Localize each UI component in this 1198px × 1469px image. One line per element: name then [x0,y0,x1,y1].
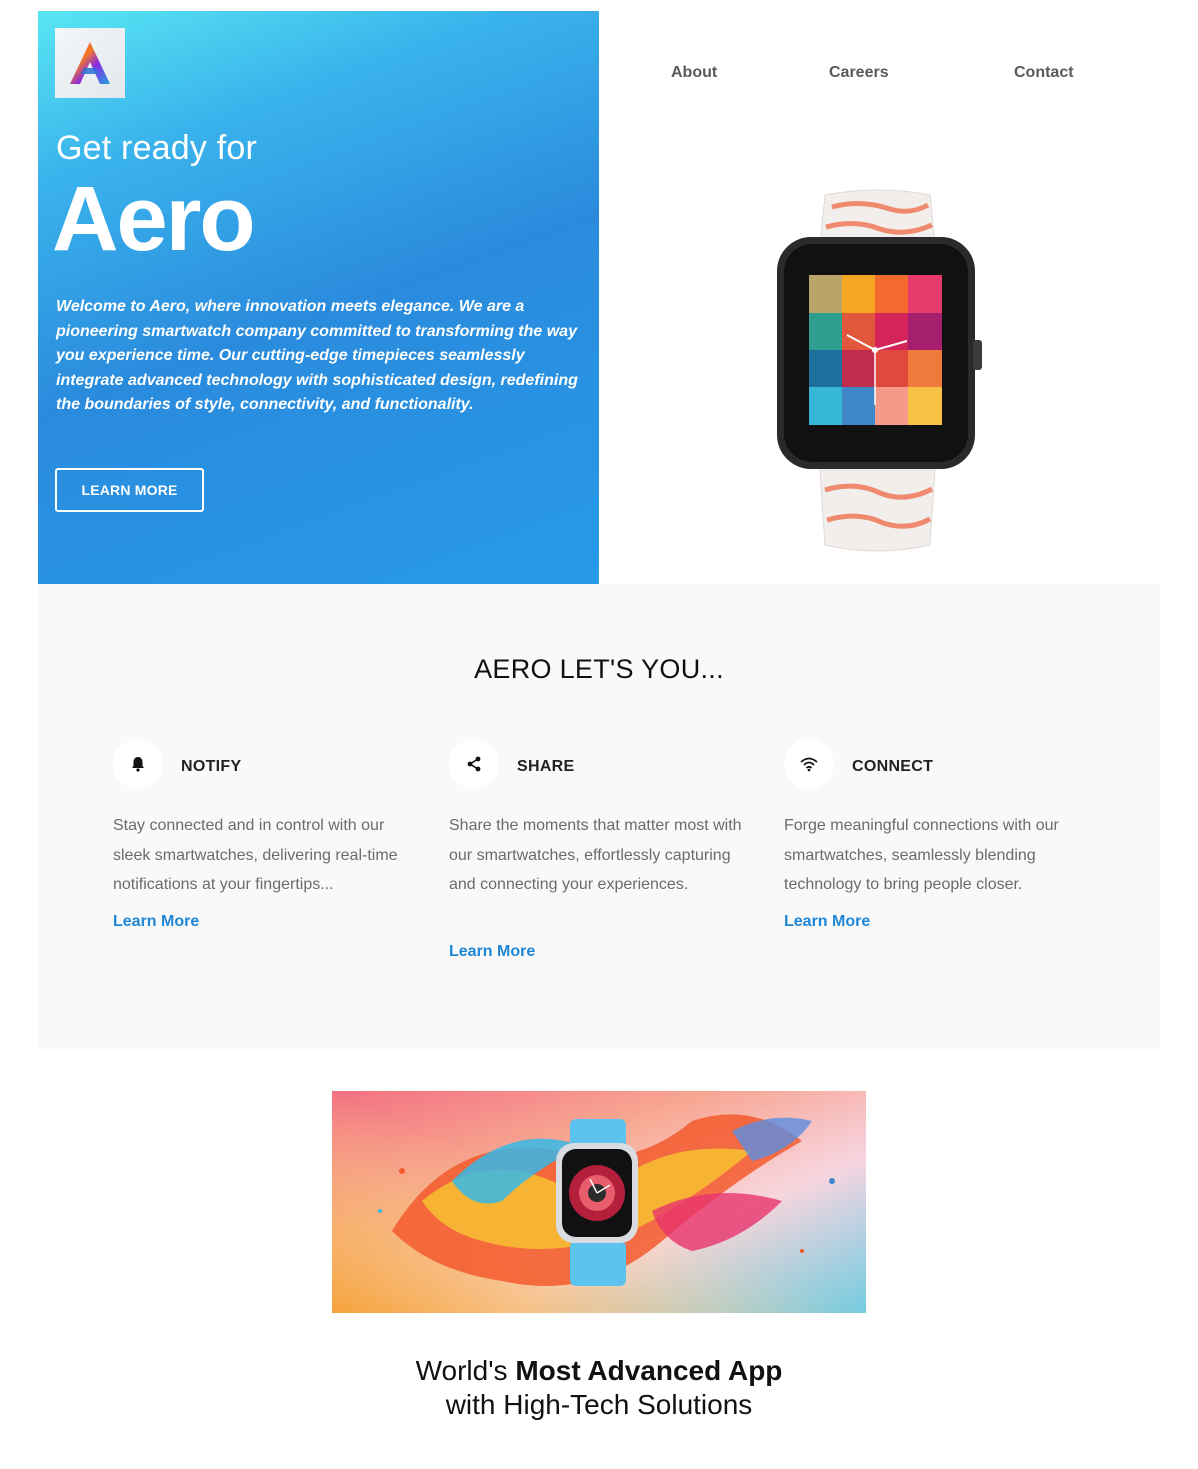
nav-link-careers[interactable]: Careers [829,64,889,81]
tagline-prefix: World's [415,1355,508,1386]
smartwatch-image [777,189,982,552]
tagline-bold: Most Advanced App [515,1355,783,1386]
feature-text: Forge meaningful connections with our sm… [784,817,1059,893]
feature-icon-badge [449,739,499,789]
nav-item-about[interactable]: About [671,64,717,82]
learn-more-button[interactable]: LEARN MORE [55,468,204,512]
hero-description: Welcome to Aero, where innovation meets … [56,298,578,413]
learn-more-link-notify[interactable]: Learn More [113,913,199,931]
feature-text: Share the moments that matter most with … [449,817,742,893]
nav-link-about[interactable]: About [671,64,717,81]
paint-splash-watch-banner [332,1091,866,1313]
feature-title: CONNECT [852,758,934,775]
learn-more-link-share[interactable]: Learn More [449,943,535,961]
hero-title: Aero [52,168,256,270]
feature-icon-badge [113,739,163,789]
features-section: AERO LET'S YOU... NOTIFY Stay connected … [38,584,1160,1049]
aero-a-logo-icon [70,42,110,84]
bell-icon [132,757,144,772]
nav-link-contact[interactable]: Contact [1014,64,1074,81]
hero-subtitle: Get ready for [56,129,258,167]
features-heading: AERO LET'S YOU... [474,654,724,684]
logo[interactable] [55,28,125,98]
feature-text: Stay connected and in control with our s… [113,817,398,893]
hero-panel: Get ready for Aero Welcome to Aero, wher… [38,11,599,584]
tagline: World's Most Advanced App with High-Tech… [0,1354,1198,1422]
feature-icon-badge [784,739,834,789]
learn-more-link-connect[interactable]: Learn More [784,913,870,931]
nav-item-careers[interactable]: Careers [829,64,889,82]
feature-title: NOTIFY [181,758,242,775]
tagline-line1: World's Most Advanced App [0,1354,1198,1388]
wifi-icon [800,757,818,772]
nav-item-contact[interactable]: Contact [1014,64,1074,82]
feature-title: SHARE [517,758,575,775]
tagline-line2: with High-Tech Solutions [445,1389,753,1420]
share-icon [467,756,481,772]
